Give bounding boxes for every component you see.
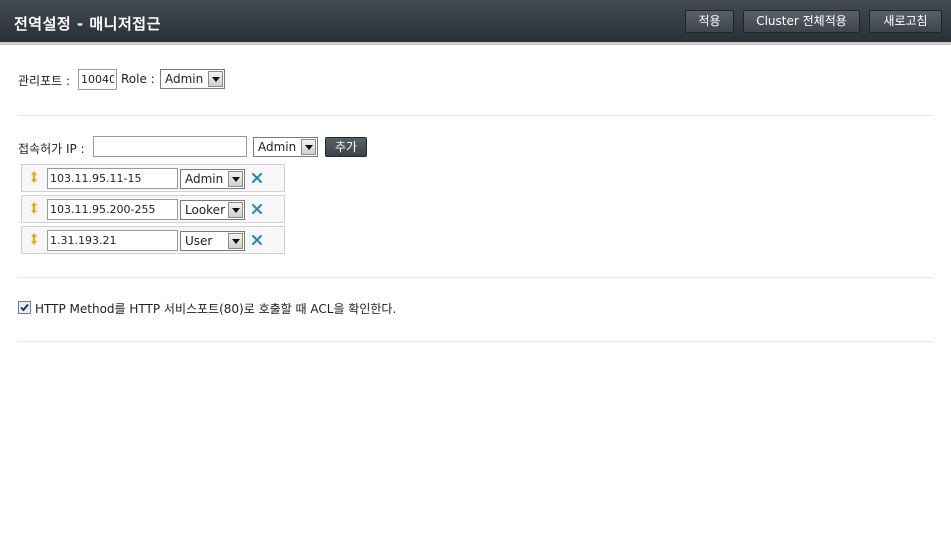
acl-role-select[interactable]: Admin bbox=[180, 169, 245, 189]
acl-entry-row: Looker bbox=[21, 195, 285, 223]
acl-role-value: Admin bbox=[185, 172, 224, 186]
acl-entry-row: Admin bbox=[21, 164, 285, 192]
divider bbox=[18, 277, 933, 278]
chevron-down-icon bbox=[228, 171, 243, 187]
acl-role-select[interactable]: User bbox=[180, 231, 245, 251]
allowed-ip-input[interactable] bbox=[93, 136, 247, 157]
allowed-ip-role-select[interactable]: Admin bbox=[253, 137, 318, 157]
http-acl-label: HTTP Method를 HTTP 서비스포트(80)로 호출할 때 ACL을 … bbox=[35, 302, 397, 316]
chevron-down-icon bbox=[301, 139, 316, 155]
checkmark-icon bbox=[20, 303, 29, 312]
divider bbox=[18, 341, 933, 342]
drag-handle-icon[interactable] bbox=[30, 170, 38, 184]
manager-port-input[interactable] bbox=[78, 69, 117, 90]
acl-role-value: User bbox=[185, 234, 213, 248]
acl-role-value: Looker bbox=[185, 203, 225, 217]
add-ip-button[interactable]: 추가 bbox=[325, 137, 367, 157]
chevron-down-icon bbox=[228, 233, 243, 249]
cluster-apply-button[interactable]: Cluster 전체적용 bbox=[743, 10, 860, 33]
manager-role-select[interactable]: Admin bbox=[160, 69, 225, 89]
drag-handle-icon[interactable] bbox=[30, 201, 38, 215]
allowed-ip-label: 접속허가 IP : bbox=[18, 142, 85, 156]
acl-role-select[interactable]: Looker bbox=[180, 200, 245, 220]
refresh-button[interactable]: 새로고침 bbox=[869, 10, 942, 33]
http-acl-checkbox[interactable] bbox=[18, 301, 31, 314]
apply-button[interactable]: 적용 bbox=[685, 10, 734, 33]
chevron-down-icon bbox=[228, 202, 243, 218]
acl-ip-input[interactable] bbox=[47, 168, 178, 189]
delete-x-icon[interactable] bbox=[251, 202, 263, 216]
allowed-ip-role-value: Admin bbox=[258, 140, 297, 154]
divider bbox=[18, 115, 933, 116]
manager-port-label: 관리포트 : bbox=[18, 74, 71, 88]
acl-ip-input[interactable] bbox=[47, 230, 178, 251]
chevron-down-icon bbox=[208, 71, 223, 87]
delete-x-icon[interactable] bbox=[251, 233, 263, 247]
delete-x-icon[interactable] bbox=[251, 171, 263, 185]
page-title: 전역설정 - 매니저접근 bbox=[14, 15, 161, 33]
acl-ip-input[interactable] bbox=[47, 199, 178, 220]
drag-handle-icon[interactable] bbox=[30, 232, 38, 246]
manager-role-value: Admin bbox=[165, 72, 204, 86]
header-bar: 전역설정 - 매니저접근 적용 Cluster 전체적용 새로고침 bbox=[0, 0, 951, 45]
role-label: Role : bbox=[121, 72, 155, 86]
acl-entry-row: User bbox=[21, 226, 285, 254]
